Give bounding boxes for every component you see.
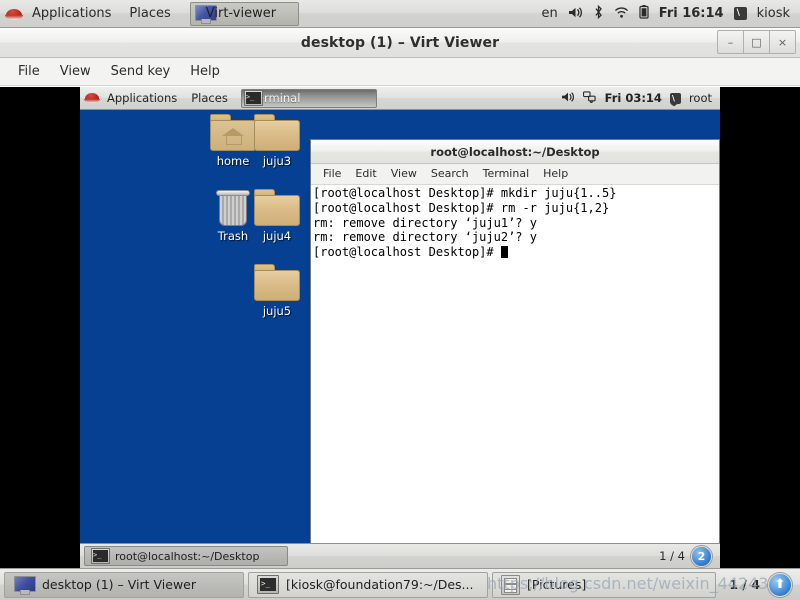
taskbar-button-virt-viewer[interactable]: desktop (1) – Virt Viewer xyxy=(4,571,244,598)
menu-help[interactable]: Help xyxy=(180,59,230,85)
host-taskbar: desktop (1) – Virt Viewer [kiosk@foundat… xyxy=(0,568,800,600)
host-clock[interactable]: Fri 16:14 xyxy=(659,6,724,21)
virt-viewer-window: desktop (1) – Virt Viewer – □ × File Vie… xyxy=(0,28,800,568)
taskbar-button-label: desktop (1) – Virt Viewer xyxy=(42,577,196,592)
host-menu-places[interactable]: Places xyxy=(120,0,179,27)
terminal-line: rm: remove directory ‘juju2’? y xyxy=(313,230,537,245)
host-top-panel: Applications Places Virt-viewer en Fri 1… xyxy=(0,0,800,28)
arrow-up-icon: ⬆ xyxy=(774,577,786,592)
menu-send-key[interactable]: Send key xyxy=(101,59,181,85)
terminal-menu-file[interactable]: File xyxy=(316,164,348,184)
monitor-icon xyxy=(13,575,36,595)
terminal-line: [root@localhost Desktop]# mkdir juju{1..… xyxy=(313,186,617,200)
vm-viewport-area: Applications Places Terminal Fri 03:14 \ xyxy=(0,87,800,568)
vm-menu-places[interactable]: Places xyxy=(184,87,235,109)
vm-screen[interactable]: Applications Places Terminal Fri 03:14 \ xyxy=(80,87,720,568)
host-workspace-pager[interactable]: 1 / 4 ⬆ xyxy=(729,572,796,597)
window-controls: – □ × xyxy=(717,30,796,54)
terminal-prompt: [root@localhost Desktop]# xyxy=(313,245,501,260)
taskbar-button-pictures[interactable]: [Pictures] xyxy=(492,571,716,598)
terminal-menu-search[interactable]: Search xyxy=(424,164,476,184)
battery-icon[interactable] xyxy=(639,5,649,22)
vm-workspace-badge[interactable]: 2 xyxy=(691,545,712,567)
folder-icon xyxy=(254,264,300,302)
terminal-line: rm: remove directory ‘juju1’? y xyxy=(313,215,537,230)
folder-icon xyxy=(254,189,300,227)
redhat-logo-icon[interactable] xyxy=(5,6,23,22)
terminal-menu-view[interactable]: View xyxy=(384,164,424,184)
keyboard-layout-indicator[interactable]: en xyxy=(542,6,558,21)
host-task-virt-viewer[interactable]: Virt-viewer xyxy=(189,1,300,26)
terminal-cursor xyxy=(500,246,508,259)
maximize-icon: □ xyxy=(751,35,762,49)
terminal-icon xyxy=(243,90,263,106)
terminal-line: [root@localhost Desktop]# rm -r juju{1,2… xyxy=(313,200,610,215)
desktop-icon-juju5[interactable]: juju5 xyxy=(240,264,314,318)
menu-view[interactable]: View xyxy=(50,59,101,85)
maximize-button[interactable]: □ xyxy=(744,30,770,54)
vm-task-terminal[interactable]: Terminal xyxy=(240,88,377,108)
taskbar-button-label: [Pictures] xyxy=(527,577,587,592)
vm-taskbar-button-label: root@localhost:~/Desktop xyxy=(115,549,260,563)
redhat-logo-icon[interactable] xyxy=(84,91,100,105)
desktop-icon-juju4[interactable]: juju4 xyxy=(240,189,314,243)
vm-workspace-pager[interactable]: 1 / 4 2 xyxy=(659,545,716,567)
vm-clock[interactable]: Fri 03:14 xyxy=(605,91,662,105)
bluetooth-icon[interactable] xyxy=(593,4,604,22)
vm-taskbar-button-terminal[interactable]: root@localhost:~/Desktop xyxy=(84,546,288,566)
user-icon[interactable]: \ xyxy=(669,92,681,104)
speaker-icon[interactable] xyxy=(568,6,583,22)
taskbar-button-label: [kiosk@foundation79:~/Des... xyxy=(286,577,474,592)
vm-menu-applications[interactable]: Applications xyxy=(100,87,184,109)
vm-tray: Fri 03:14 \ root xyxy=(561,90,720,106)
menu-file[interactable]: File xyxy=(8,59,50,85)
desktop-icon-label: juju5 xyxy=(262,304,292,318)
taskbar-button-kiosk-terminal[interactable]: [kiosk@foundation79:~/Des... xyxy=(248,571,488,598)
terminal-menu-edit[interactable]: Edit xyxy=(348,164,383,184)
minimize-button[interactable]: – xyxy=(717,30,744,54)
host-workspace-indicator: 1 / 4 xyxy=(729,577,760,592)
host-tray: en Fri 16:14 \ kiosk xyxy=(542,4,800,22)
terminal-menubar: File Edit View Search Terminal Help xyxy=(311,164,719,185)
terminal-icon xyxy=(257,575,279,594)
speaker-icon[interactable] xyxy=(561,91,575,106)
terminal-title: root@localhost:~/Desktop xyxy=(430,144,600,159)
host-menu-applications[interactable]: Applications xyxy=(23,0,120,27)
close-button[interactable]: × xyxy=(770,30,796,54)
desktop-icon-label: juju3 xyxy=(262,154,292,168)
terminal-output-area[interactable]: [root@localhost Desktop]# mkdir juju{1..… xyxy=(311,185,719,568)
close-icon: × xyxy=(777,35,788,49)
desktop-icon-label: juju4 xyxy=(262,229,292,243)
terminal-menu-help[interactable]: Help xyxy=(536,164,575,184)
vm-user-label[interactable]: root xyxy=(689,91,712,105)
gnome-terminal-window: root@localhost:~/Desktop File Edit View … xyxy=(310,139,720,568)
host-task-label: Virt-viewer xyxy=(205,6,277,21)
folder-icon xyxy=(254,114,300,152)
virt-viewer-title: desktop (1) – Virt Viewer xyxy=(300,34,500,51)
vm-top-panel: Applications Places Terminal Fri 03:14 \ xyxy=(80,87,720,110)
user-icon[interactable]: \ xyxy=(733,7,747,20)
virt-viewer-menubar: File View Send key Help xyxy=(0,58,800,86)
terminal-prompt-line: [root@localhost Desktop]# xyxy=(313,245,719,260)
host-workspace-badge[interactable]: ⬆ xyxy=(768,572,792,597)
terminal-titlebar[interactable]: root@localhost:~/Desktop xyxy=(311,140,719,164)
vm-bottom-panel: root@localhost:~/Desktop 1 / 4 2 xyxy=(80,543,720,568)
vm-workspace-indicator: 1 / 4 xyxy=(659,549,685,563)
files-icon xyxy=(501,574,520,595)
minimize-icon: – xyxy=(727,35,734,49)
wifi-icon[interactable] xyxy=(614,6,629,22)
network-offline-icon[interactable] xyxy=(582,90,597,106)
host-user-label[interactable]: kiosk xyxy=(757,6,790,21)
terminal-icon xyxy=(91,548,110,564)
virt-viewer-titlebar[interactable]: desktop (1) – Virt Viewer – □ × xyxy=(0,28,800,58)
terminal-menu-terminal[interactable]: Terminal xyxy=(476,164,537,184)
desktop-icon-juju3[interactable]: juju3 xyxy=(240,114,314,168)
